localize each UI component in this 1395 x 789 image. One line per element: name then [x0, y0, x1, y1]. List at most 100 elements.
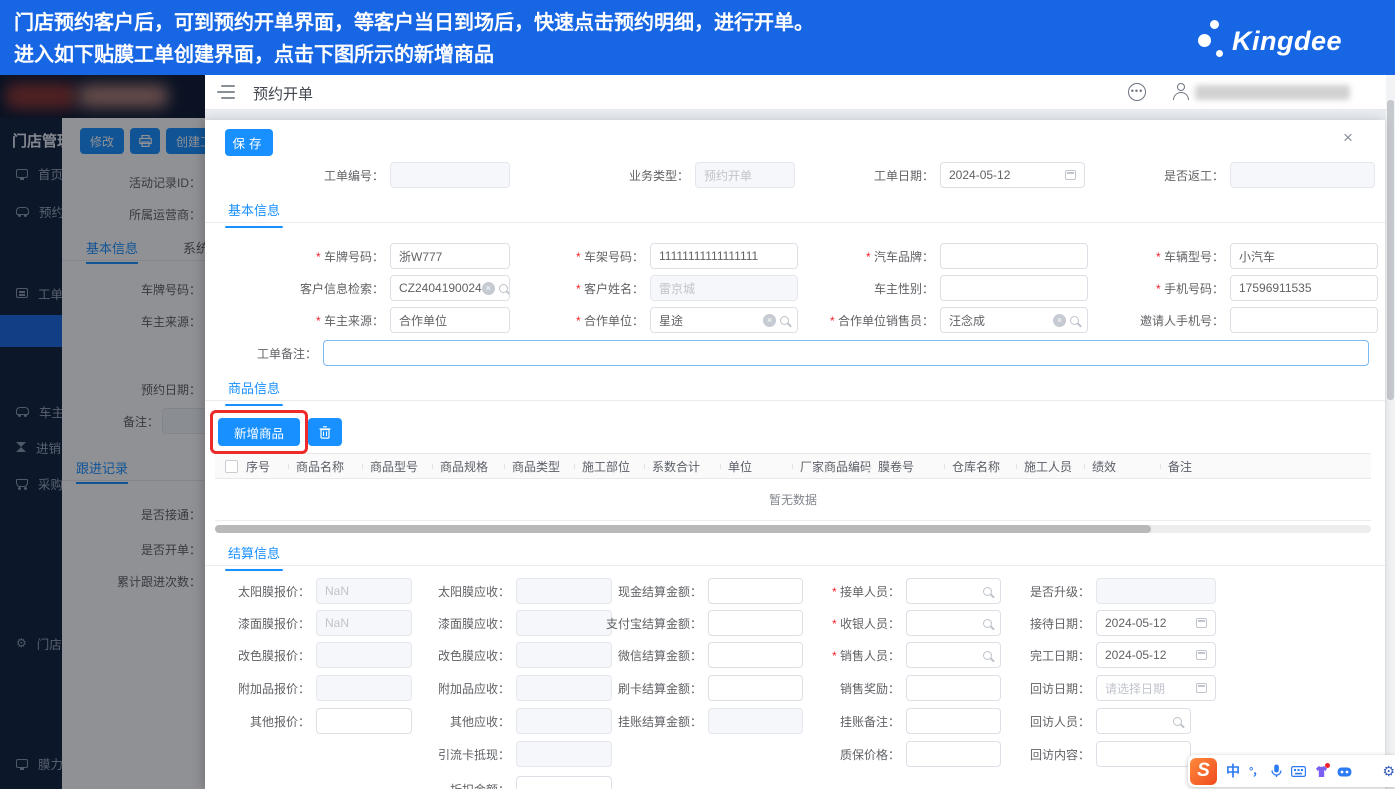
finish-date-input[interactable]: 2024-05-12 [1096, 642, 1216, 668]
field-salesperson: 销售人员： [797, 642, 1001, 668]
workorder-remark-label: 工单备注： [256, 346, 317, 361]
col-header[interactable]: 系数合计 [644, 458, 720, 475]
gender-input[interactable] [940, 275, 1088, 301]
field-biz-type: 业务类型： 预约开单 [541, 162, 795, 188]
col-header[interactable]: 膜卷号 [870, 458, 944, 475]
search-icon[interactable] [1173, 716, 1182, 726]
other-quote-input[interactable] [316, 708, 412, 734]
wechat-input[interactable] [708, 642, 803, 668]
clear-icon[interactable]: × [481, 281, 495, 295]
source-input[interactable]: 合作单位 [390, 307, 510, 333]
add-product-button[interactable]: 新增商品 [218, 418, 300, 446]
alipay-input[interactable] [708, 610, 803, 636]
calendar-icon [1196, 683, 1207, 693]
visitor-input[interactable] [1096, 708, 1191, 734]
notification-dot [1325, 762, 1331, 768]
field-alipay: 支付宝结算金额： [597, 610, 803, 636]
col-header[interactable]: 施工部位 [574, 458, 644, 475]
phone-input[interactable]: 17596911535 [1230, 275, 1378, 301]
field-discount: 折扣金额： [410, 776, 612, 789]
username-redacted[interactable] [1195, 85, 1350, 100]
col-header[interactable]: 仓库名称 [944, 458, 1016, 475]
col-header[interactable]: 序号 [238, 458, 288, 475]
delete-product-button[interactable] [308, 418, 342, 446]
field-order-no: 工单编号： [235, 162, 510, 188]
ime-toolbar: S 中 °， ⚙ [1188, 755, 1395, 787]
lead-card-input [516, 741, 612, 767]
col-header[interactable]: 备注 [1160, 458, 1280, 475]
ime-punct-toggle[interactable]: °， [1249, 763, 1263, 779]
col-header[interactable]: 厂家商品编码 [792, 458, 870, 475]
visit-date-input[interactable]: 请选择日期 [1096, 675, 1216, 701]
model-input[interactable]: 小汽车 [1230, 243, 1378, 269]
page-title: 预约开单 [253, 86, 314, 103]
plate-label: 车牌号码： [235, 248, 384, 265]
field-addon-quote: 附加品报价： [215, 675, 412, 701]
order-date-input[interactable]: 2024-05-12 [940, 162, 1085, 188]
user-icon[interactable] [1172, 82, 1190, 100]
col-header[interactable]: 单位 [720, 458, 792, 475]
plate-input[interactable]: 浙W777 [390, 243, 510, 269]
skin-icon[interactable] [1315, 762, 1331, 778]
field-visitor: 回访人员： [987, 708, 1191, 734]
cash-input[interactable] [708, 578, 803, 604]
microphone-icon[interactable] [1271, 764, 1283, 778]
field-sun-due: 太阳膜应收： [410, 578, 612, 604]
col-header[interactable]: 商品名称 [288, 458, 362, 475]
visit-content-input[interactable] [1096, 741, 1191, 767]
save-button[interactable]: 保存 [225, 129, 273, 156]
field-sun-quote: 太阳膜报价： NaN [215, 578, 412, 604]
message-icon[interactable]: ••• [1128, 83, 1146, 101]
col-header[interactable]: 商品规格 [432, 458, 504, 475]
ime-lang-toggle[interactable]: 中 [1226, 761, 1240, 781]
modal-dim-overlay [0, 75, 205, 789]
partner-sales-label: 合作单位销售员： [785, 312, 934, 329]
vin-label: 车架号码： [495, 248, 644, 265]
scrollbar-thumb[interactable] [1387, 100, 1394, 400]
discount-input[interactable] [516, 776, 612, 789]
banner-line2: 进入如下贴膜工单创建界面，点击下图所示的新增商品 [14, 44, 494, 66]
cust-search-input[interactable]: CZ2404190024 × [390, 275, 510, 301]
partner-input[interactable]: 星途 × [650, 307, 798, 333]
workorder-remark-input[interactable] [323, 340, 1369, 366]
close-icon[interactable]: × [1338, 128, 1358, 148]
order-date-label: 工单日期： [873, 168, 934, 183]
assistant-icon[interactable] [1337, 766, 1352, 777]
hscrollbar-thumb[interactable] [215, 525, 1152, 533]
kingdee-logo: Kingdee [1196, 18, 1376, 66]
menu-fold-icon[interactable] [217, 85, 235, 99]
toolbox-grid-icon[interactable] [1361, 765, 1373, 777]
field-cash: 现金结算金额： [597, 578, 803, 604]
tab-settlement-info[interactable]: 结算信息 [224, 543, 284, 571]
gender-label: 车主性别： [873, 281, 934, 296]
clear-icon[interactable]: × [1053, 313, 1066, 327]
partner-sales-input[interactable]: 汪念成 × [940, 307, 1088, 333]
inviter-phone-input[interactable] [1230, 307, 1378, 333]
field-wechat: 微信结算金额： [597, 642, 803, 668]
col-header[interactable]: 商品型号 [362, 458, 432, 475]
field-order-taker: 接单人员： [797, 578, 1001, 604]
sogou-logo[interactable]: S [1190, 757, 1217, 785]
card-input[interactable] [708, 675, 803, 701]
col-header[interactable]: 商品类型 [504, 458, 574, 475]
clear-icon[interactable]: × [763, 313, 776, 327]
field-visit-date: 回访日期： 请选择日期 [987, 675, 1216, 701]
field-color-quote: 改色膜报价： [215, 642, 412, 668]
keyboard-icon[interactable] [1291, 765, 1307, 777]
biz-type-input: 预约开单 [695, 162, 795, 188]
vin-input[interactable]: 11111111111111111 [650, 243, 798, 269]
page-scrollbar[interactable] [1386, 75, 1395, 789]
ime-settings-icon[interactable]: ⚙ [1382, 763, 1395, 780]
col-header[interactable]: 施工人员 [1016, 458, 1084, 475]
reception-date-input[interactable]: 2024-05-12 [1096, 610, 1216, 636]
tab-goods-info[interactable]: 商品信息 [224, 378, 284, 406]
brand-input[interactable] [940, 243, 1088, 269]
col-header[interactable]: 绩效 [1084, 458, 1160, 475]
tab-basic-info[interactable]: 基本信息 [224, 200, 284, 228]
table-hscrollbar[interactable] [215, 525, 1371, 533]
select-all-checkbox[interactable] [225, 459, 238, 473]
field-paint-quote: 漆面膜报价： NaN [215, 610, 412, 636]
cust-name-input: 雷京城 [650, 275, 798, 301]
field-model: 车辆型号： 小汽车 [1075, 243, 1378, 269]
goods-table-header: 序号 商品名称 商品型号 商品规格 商品类型 施工部位 系数合计 单位 厂家商品… [215, 453, 1371, 479]
